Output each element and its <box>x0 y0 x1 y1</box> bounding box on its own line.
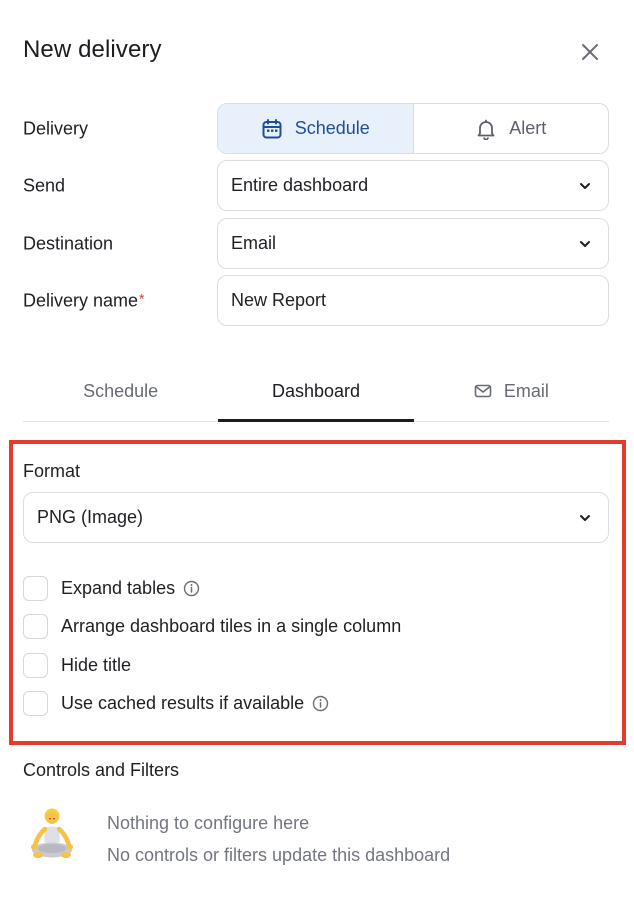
destination-label: Destination <box>23 233 114 253</box>
tab-email[interactable]: Email <box>414 369 609 421</box>
delivery-name-row: Delivery name* New Report <box>23 275 609 326</box>
tab-schedule[interactable]: Schedule <box>23 369 218 421</box>
send-select-value: Entire dashboard <box>231 175 369 195</box>
mail-icon <box>474 384 492 398</box>
schedule-option-label: Schedule <box>294 118 370 138</box>
close-icon <box>582 44 598 60</box>
cached-results-checkbox[interactable] <box>23 690 48 716</box>
bell-icon <box>477 119 495 140</box>
expand-tables-label: Expand tables <box>61 578 200 599</box>
delivery-label: Delivery <box>23 118 89 138</box>
required-asterisk: * <box>139 290 145 306</box>
destination-row: Destination Email <box>23 218 609 269</box>
hide-title-option: Hide title <box>23 652 131 678</box>
format-select[interactable]: PNG (Image) <box>23 492 609 543</box>
hide-title-label: Hide title <box>61 654 132 675</box>
alert-option[interactable]: Alert <box>414 104 609 153</box>
settings-tabs: Schedule Dashboard Email <box>23 369 609 422</box>
delivery-row: Delivery Schedule Alert <box>23 103 609 154</box>
single-column-option: Arrange dashboard tiles in a single colu… <box>23 613 401 639</box>
destination-select[interactable]: Email <box>217 218 609 269</box>
controls-section-title: Controls and Filters <box>23 760 180 780</box>
expand-tables-option: Expand tables <box>23 575 200 601</box>
delivery-name-label: Delivery name* <box>23 290 145 310</box>
delivery-name-value: New Report <box>231 290 327 310</box>
empty-state-subtitle: No controls or filters update this dashb… <box>107 845 451 865</box>
close-button[interactable] <box>574 36 606 68</box>
schedule-option[interactable]: Schedule <box>218 104 414 153</box>
delivery-type-toggle: Schedule Alert <box>217 103 609 154</box>
cached-results-label: Use cached results if available <box>61 693 329 714</box>
chevron-down-icon <box>580 240 590 247</box>
chevron-down-icon <box>580 182 590 189</box>
single-column-checkbox[interactable] <box>23 613 48 639</box>
empty-state-title: Nothing to configure here <box>107 813 310 833</box>
chevron-down-icon <box>580 514 590 521</box>
send-row: Send Entire dashboard <box>23 160 609 211</box>
expand-tables-checkbox[interactable] <box>23 575 48 601</box>
meditating-person-icon <box>31 808 73 858</box>
format-label: Format <box>23 461 81 481</box>
send-select[interactable]: Entire dashboard <box>217 160 609 211</box>
delivery-name-input[interactable]: New Report <box>217 275 609 326</box>
cached-results-option: Use cached results if available <box>23 690 329 716</box>
info-icon[interactable] <box>183 580 200 597</box>
dialog-title: New delivery <box>23 36 162 63</box>
hide-title-checkbox[interactable] <box>23 652 48 678</box>
alert-option-label: Alert <box>509 118 547 138</box>
format-select-value: PNG (Image) <box>37 507 144 527</box>
tab-dashboard[interactable]: Dashboard <box>218 369 414 422</box>
calendar-icon <box>262 118 282 138</box>
info-icon[interactable] <box>312 695 329 712</box>
destination-select-value: Email <box>231 233 277 253</box>
send-label: Send <box>23 175 66 195</box>
single-column-label: Arrange dashboard tiles in a single colu… <box>61 615 402 636</box>
